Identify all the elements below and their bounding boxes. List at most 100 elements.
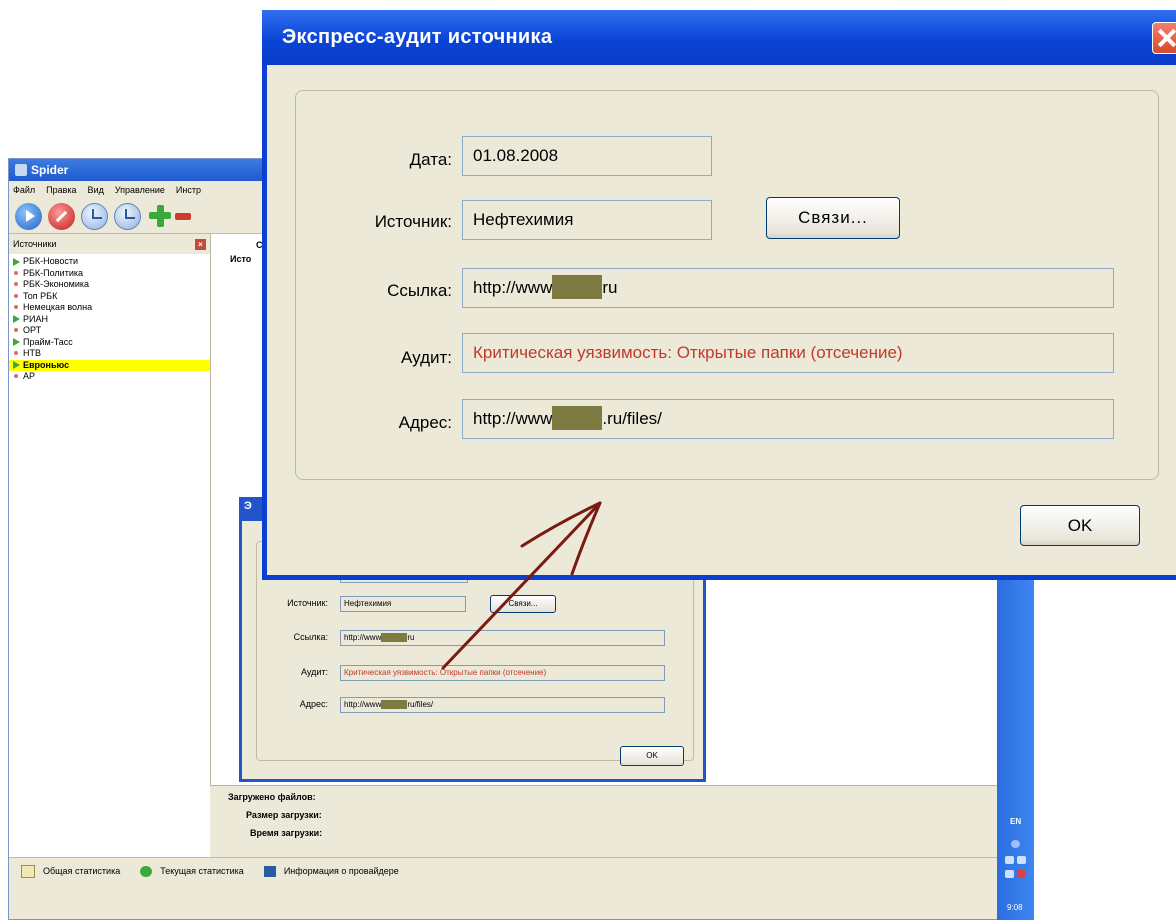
dot-icon <box>14 270 18 275</box>
loaded-files-label: Загружено файлов: <box>228 792 316 802</box>
source-label: РБК-Экономика <box>23 279 89 289</box>
address-suffix: .ru/files/ <box>602 409 662 428</box>
source-label: ОРТ <box>23 325 42 335</box>
source-item[interactable]: РБК-Экономика <box>9 279 210 291</box>
source-item[interactable]: Прайм-Тасс <box>9 337 210 349</box>
small-links-button[interactable]: Связи... <box>490 595 556 613</box>
menu-control[interactable]: Управление <box>115 185 165 195</box>
menu-file[interactable]: Файл <box>13 185 35 195</box>
link-label: Ссылка: <box>387 281 452 300</box>
spider-title-text: Spider <box>31 163 69 177</box>
green-dot-icon <box>140 865 153 877</box>
small-link-suffix: ru <box>407 633 415 642</box>
dialog-titlebar: Экспресс-аудит источника <box>262 10 1176 65</box>
schedule-stop-icon[interactable] <box>114 202 141 230</box>
tab-general-stats[interactable]: Общая статистика <box>21 864 121 878</box>
small-ok-button[interactable]: OK <box>620 746 684 766</box>
source-list: РБК-Новости РБК-Политика РБК-Экономика Т… <box>9 254 210 383</box>
source-label: AP <box>23 371 36 381</box>
small-audit-field[interactable]: Критическая уязвимость: Открытые папки (… <box>340 665 665 681</box>
redaction-block <box>552 405 603 430</box>
menu-edit[interactable]: Правка <box>46 185 76 195</box>
link-field[interactable]: http://www ru <box>462 268 1114 308</box>
source-item[interactable]: РИАН <box>9 314 210 326</box>
source-item[interactable]: ОРТ <box>9 325 210 337</box>
redaction-block <box>381 700 408 710</box>
source-label: Немецкая волна <box>23 302 93 312</box>
source-label: Прайм-Тасс <box>23 336 73 347</box>
dialog-title: Экспресс-аудит источника <box>282 26 553 48</box>
source-item[interactable]: РБК-Политика <box>9 268 210 280</box>
source-item[interactable]: AP <box>9 371 210 383</box>
redaction-block <box>381 633 408 643</box>
play-icon <box>13 338 20 346</box>
small-address-suffix: ru/files/ <box>407 700 434 709</box>
language-indicator[interactable]: EN <box>1010 817 1021 826</box>
play-icon <box>13 361 20 369</box>
dot-icon <box>14 374 18 378</box>
play-icon <box>13 257 20 266</box>
ok-button[interactable]: OK <box>1020 505 1140 546</box>
tray-icon[interactable] <box>1005 856 1014 864</box>
schedule-icon[interactable] <box>81 202 108 230</box>
dot-icon <box>14 351 18 355</box>
dot-icon <box>14 293 18 298</box>
tray-icon[interactable] <box>1017 856 1026 864</box>
source-item[interactable]: Топ РБК <box>9 291 210 303</box>
app-icon <box>15 164 27 176</box>
taskbar-clock[interactable]: 9:08 <box>1007 903 1023 912</box>
source-label: Источник: <box>374 212 452 231</box>
remove-icon[interactable] <box>175 212 191 220</box>
stop-icon[interactable] <box>48 202 75 230</box>
small-link-label: Ссылка: <box>293 632 328 642</box>
close-icon[interactable] <box>1152 22 1176 54</box>
address-field[interactable]: http://www .ru/files/ <box>462 399 1114 439</box>
close-icon[interactable]: × <box>195 238 206 250</box>
tab-provider-info[interactable]: Информация о провайдере <box>263 865 399 877</box>
small-address-prefix: http://www <box>344 700 382 709</box>
date-field[interactable]: 01.08.2008 <box>462 136 712 176</box>
load-time-label: Время загрузки: <box>250 828 323 838</box>
small-dialog-title: Э <box>244 500 252 512</box>
small-link-prefix: http://www <box>344 633 382 642</box>
tray-icon[interactable] <box>1017 870 1026 878</box>
status-tabs: Общая статистика Текущая статистика Инфо… <box>9 857 1004 884</box>
spider-footer <box>9 883 1004 919</box>
source-item[interactable]: НТВ <box>9 348 210 360</box>
source-item-selected[interactable]: Евроньюс <box>9 359 210 371</box>
small-link-field[interactable]: http://www ru <box>340 630 665 646</box>
taskbar: EN 9:08 <box>997 578 1034 920</box>
menu-view[interactable]: Вид <box>88 185 104 195</box>
source-label: РБК-Политика <box>23 267 83 278</box>
details-header-col2: Исто <box>230 254 252 264</box>
sources-panel-title: Источники <box>13 239 57 249</box>
add-icon[interactable] <box>147 203 173 229</box>
window-icon <box>21 864 35 878</box>
small-source-field[interactable]: Нефтехимия <box>340 596 466 612</box>
small-source-label: Источник: <box>287 598 328 608</box>
audit-field[interactable]: Критическая уязвимость: Открытые папки (… <box>462 333 1114 373</box>
sources-panel-header: Источники × <box>9 234 210 254</box>
details-header: С Исто <box>210 234 266 315</box>
small-audit-label: Аудит: <box>300 667 328 677</box>
source-label: Евроньюс <box>23 359 70 370</box>
tray-icon[interactable] <box>1005 870 1014 878</box>
source-field[interactable]: Нефтехимия <box>462 200 712 240</box>
source-label: НТВ <box>23 348 41 358</box>
dot-icon <box>14 328 18 332</box>
date-label: Дата: <box>409 150 452 169</box>
links-button[interactable]: Связи... <box>766 197 900 239</box>
source-item[interactable]: Немецкая волна <box>9 302 210 314</box>
audit-label: Аудит: <box>400 348 452 367</box>
tab-label: Общая статистика <box>43 866 121 876</box>
tab-current-stats[interactable]: Текущая статистика <box>140 865 244 877</box>
source-item[interactable]: РБК-Новости <box>9 256 210 268</box>
load-size-label: Размер загрузки: <box>246 810 322 820</box>
start-icon[interactable] <box>15 202 42 230</box>
address-prefix: http://www <box>473 409 553 428</box>
play-icon <box>13 315 20 323</box>
menu-tools[interactable]: Инстр <box>176 185 201 195</box>
dot-icon <box>14 282 18 286</box>
tray-icon[interactable] <box>1011 840 1020 848</box>
small-address-field[interactable]: http://www ru/files/ <box>340 697 665 713</box>
